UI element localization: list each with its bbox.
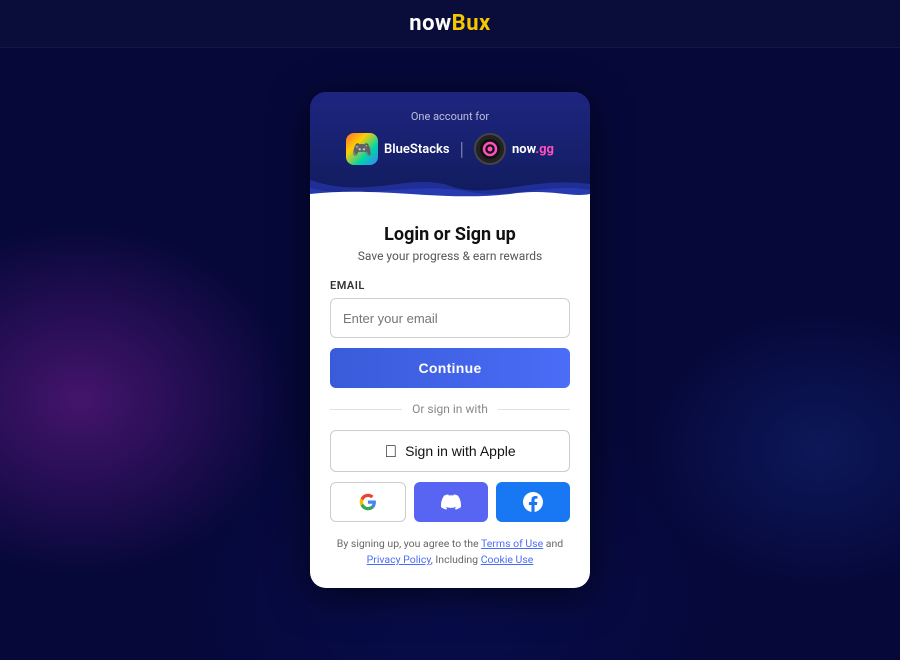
email-label: EMAIL [330, 279, 570, 292]
top-bar: nowBux [0, 0, 900, 48]
login-card: One account for 🎮 BlueStacks | now.gg [310, 92, 590, 588]
privacy-policy-link[interactable]: Privacy Policy [367, 553, 431, 566]
terms-and: and [543, 537, 563, 550]
discord-signin-button[interactable] [414, 482, 488, 522]
nowgg-brand: now.gg [474, 133, 554, 165]
continue-button[interactable]: Continue [330, 348, 570, 388]
card-header: One account for 🎮 BlueStacks | now.gg [310, 92, 590, 202]
terms-suffix: , Including [431, 553, 481, 566]
nowgg-logo [474, 133, 506, 165]
apple-signin-button[interactable]:  Sign in with Apple [330, 430, 570, 472]
terms-of-use-link[interactable]: Terms of Use [481, 537, 543, 550]
apple-signin-label: Sign in with Apple [405, 443, 516, 459]
divider-line-left [330, 409, 402, 410]
brands-row: 🎮 BlueStacks | now.gg [330, 133, 570, 165]
bluestacks-name: BlueStacks [384, 142, 450, 157]
terms-prefix: By signing up, you agree to the [337, 537, 481, 550]
brand-divider: | [460, 139, 464, 160]
email-input[interactable] [330, 298, 570, 338]
card-subtitle: One account for [330, 110, 570, 123]
cookie-use-link[interactable]: Cookie Use [481, 553, 534, 566]
social-buttons-row [330, 482, 570, 522]
app-logo: nowBux [409, 11, 490, 36]
apple-icon:  [384, 443, 397, 460]
facebook-signin-button[interactable] [496, 482, 570, 522]
login-subtitle: Save your progress & earn rewards [330, 249, 570, 263]
google-signin-button[interactable] [330, 482, 406, 522]
bluestacks-brand: 🎮 BlueStacks [346, 133, 450, 165]
divider-text: Or sign in with [412, 402, 488, 416]
google-icon [359, 493, 377, 511]
nowgg-name: now.gg [512, 142, 554, 157]
card-body: Login or Sign up Save your progress & ea… [310, 202, 590, 588]
facebook-icon [523, 492, 543, 512]
logo-now: now [409, 11, 451, 36]
divider-line-right [498, 409, 570, 410]
divider: Or sign in with [330, 402, 570, 416]
logo-bux: Bux [452, 11, 491, 36]
header-wave [310, 172, 590, 202]
discord-icon [441, 492, 461, 512]
bluestacks-logo: 🎮 [346, 133, 378, 165]
login-title: Login or Sign up [330, 224, 570, 245]
terms-text: By signing up, you agree to the Terms of… [330, 536, 570, 568]
